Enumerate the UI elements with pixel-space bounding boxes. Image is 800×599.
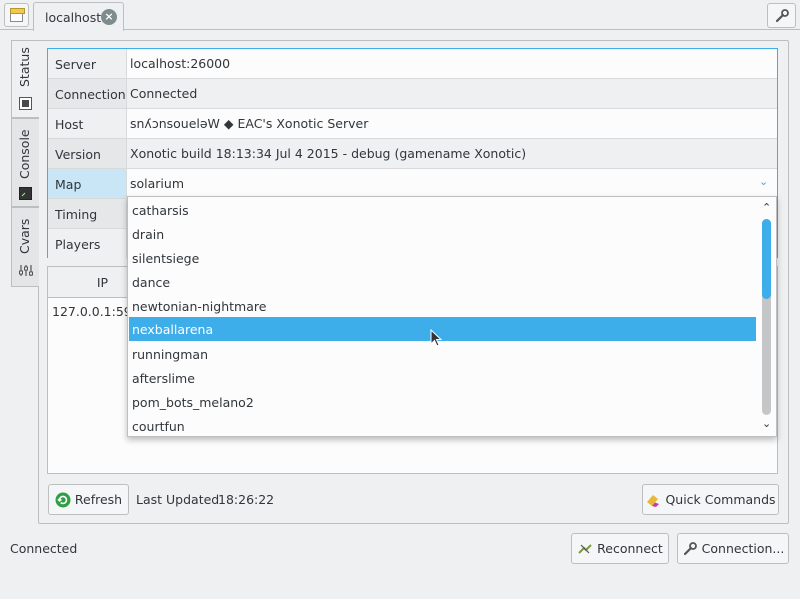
- wrench-icon: [683, 541, 697, 555]
- connection-value: Connected: [130, 86, 198, 101]
- tab-cvars-label: Cvars: [17, 218, 32, 254]
- console-icon: [19, 187, 32, 200]
- last-updated-label: Last Updated: [136, 492, 220, 507]
- map-label: Map: [48, 169, 127, 198]
- quick-commands-button[interactable]: Quick Commands: [642, 484, 779, 515]
- new-document-icon: [10, 8, 25, 22]
- ip-cell: 127.0.0.1:59: [52, 304, 132, 319]
- row-version: Version Xonotic build 18:13:34 Jul 4 201…: [48, 139, 777, 169]
- new-tab-button[interactable]: [4, 3, 29, 27]
- version-value: Xonotic build 18:13:34 Jul 4 2015 - debu…: [130, 146, 527, 161]
- host-label: Host: [48, 109, 127, 138]
- connection-button-label: Connection...: [701, 541, 785, 556]
- server-label: Server: [48, 49, 127, 78]
- scroll-up-icon[interactable]: ⌃: [762, 201, 771, 214]
- status-text: Connected: [10, 541, 78, 556]
- side-tabs: Status Console Cvars: [11, 40, 39, 287]
- status-icon: [19, 97, 32, 110]
- map-option[interactable]: pom_bots_melano2: [129, 390, 756, 414]
- map-option[interactable]: dance: [129, 270, 756, 294]
- quick-commands-label: Quick Commands: [665, 492, 776, 507]
- map-option[interactable]: drain: [129, 222, 756, 246]
- sliders-icon: [19, 265, 33, 276]
- wrench-icon: [775, 9, 789, 23]
- reconnect-label: Reconnect: [597, 541, 663, 556]
- host-value: snʎɔnsouelǝW ◆ EAC's Xonotic Server: [130, 116, 369, 131]
- mouse-cursor-icon: [430, 329, 443, 347]
- players-label: Players: [48, 229, 127, 258]
- map-dropdown-list[interactable]: catharsis drain silentsiege dance newton…: [127, 196, 777, 437]
- connection-label: Connection: [48, 79, 127, 108]
- reconnect-button[interactable]: Reconnect: [571, 533, 669, 564]
- refresh-icon: [55, 492, 71, 507]
- map-option[interactable]: courtfun: [129, 414, 756, 438]
- dropdown-scrollbar[interactable]: ⌃ ⌄: [760, 201, 774, 433]
- chevron-down-icon[interactable]: ⌄: [759, 175, 768, 188]
- row-connection: Connection Connected: [48, 79, 777, 109]
- scroll-down-icon[interactable]: ⌄: [762, 417, 771, 430]
- reconnect-icon: [578, 543, 592, 554]
- row-host: Host snʎɔnsouelǝW ◆ EAC's Xonotic Server: [48, 109, 777, 139]
- refresh-button[interactable]: Refresh: [48, 484, 129, 515]
- eraser-icon: [647, 494, 660, 507]
- refresh-label: Refresh: [74, 492, 123, 507]
- tab-localhost[interactable]: localhost ×: [33, 2, 124, 31]
- row-map: Map solarium: [48, 169, 777, 199]
- version-label: Version: [48, 139, 127, 168]
- tab-status-label: Status: [17, 47, 32, 87]
- server-value: localhost:26000: [130, 56, 231, 71]
- tab-cvars[interactable]: Cvars: [11, 207, 39, 287]
- row-server: Server localhost:26000: [48, 49, 777, 79]
- tab-title: localhost: [45, 10, 102, 25]
- settings-button[interactable]: [767, 3, 796, 28]
- map-option[interactable]: silentsiege: [129, 246, 756, 270]
- scroll-thumb[interactable]: [762, 219, 771, 299]
- tab-console-label: Console: [17, 129, 32, 179]
- tab-console[interactable]: Console: [11, 118, 39, 207]
- map-option[interactable]: newtonian-nightmare: [129, 294, 756, 318]
- timing-label: Timing: [48, 199, 127, 228]
- tab-status[interactable]: Status: [11, 40, 39, 118]
- last-updated-time: 18:26:22: [218, 492, 275, 507]
- close-icon[interactable]: ×: [101, 9, 117, 25]
- map-option[interactable]: afterslime: [129, 366, 756, 390]
- map-option[interactable]: catharsis: [129, 198, 756, 222]
- connection-button[interactable]: Connection...: [677, 533, 789, 564]
- map-select[interactable]: solarium: [130, 176, 184, 191]
